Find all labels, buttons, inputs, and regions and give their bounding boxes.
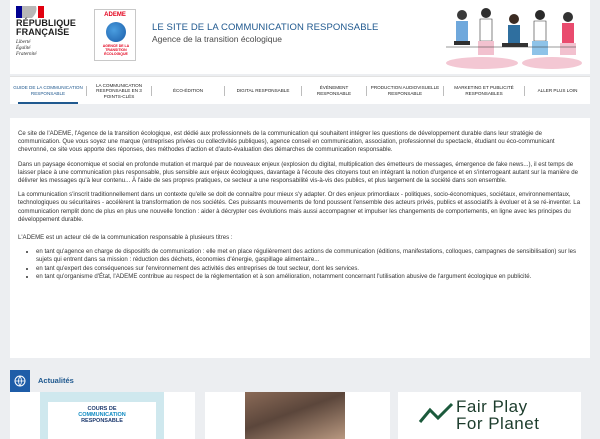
header-illustration <box>446 8 582 69</box>
list-item: en tant qu'organisme d'État, l'ADEME con… <box>36 273 582 281</box>
ademe-logo-subtitle: AGENCE DE LA TRANSITION ÉCOLOGIQUE <box>102 44 130 56</box>
news-section-title: Actualités <box>38 376 74 385</box>
news-card-label: Fair Play For Planet <box>456 397 540 433</box>
main-navigation: GUIDE DE LA COMMUNICATION RESPONSABLE LA… <box>10 76 590 104</box>
news-card[interactable]: COURS DE COMMUNICATION RESPONSABLE <box>10 392 195 439</box>
globe-icon <box>106 22 126 42</box>
republic-motto: Liberté Égalité Fraternité <box>16 40 37 57</box>
intro-paragraph: La communication s'inscrit traditionnell… <box>18 191 581 223</box>
intro-paragraph: Dans un paysage économique et social en … <box>18 160 579 185</box>
news-section-header: Actualités <box>10 370 590 392</box>
marianne-icon <box>16 6 44 18</box>
news-card[interactable] <box>205 392 390 439</box>
nav-item-aller-plus-loin[interactable]: ALLER PLUS LOIN <box>525 77 590 105</box>
nav-item-marketing-publicite[interactable]: MARKETING ET PUBLICITÉ RESPONSABLES <box>444 77 524 105</box>
ademe-logo-name: ADEME <box>104 12 126 18</box>
nav-item-guide[interactable]: GUIDE DE LA COMMUNICATION RESPONSABLE <box>10 77 86 105</box>
republique-francaise-logo[interactable]: RÉPUBLIQUE FRANÇAISE Liberté Égalité Fra… <box>16 6 86 66</box>
list-item: en tant qu'expert des conséquences sur l… <box>36 265 582 273</box>
republique-francaise-title: RÉPUBLIQUE FRANÇAISE <box>16 18 77 37</box>
site-title[interactable]: LE SITE DE LA COMMUNICATION RESPONSABLE <box>152 22 379 33</box>
ademe-roles-list: en tant qu'agence en charge de dispositi… <box>36 248 582 281</box>
site-header: RÉPUBLIQUE FRANÇAISE Liberté Égalité Fra… <box>10 0 590 74</box>
site-subtitle: Agence de la transition écologique <box>152 34 282 44</box>
news-card-label: COURS DE COMMUNICATION RESPONSABLE <box>78 406 126 424</box>
nav-item-digital-responsable[interactable]: DIGITAL RESPONSABLE <box>225 77 301 105</box>
intro-paragraph: L'ADEME est un acteur clé de la communic… <box>18 234 233 242</box>
intro-content: Ce site de l'ADEME, l'Agence de la trans… <box>10 118 590 358</box>
globe-icon <box>10 370 30 392</box>
intro-paragraph: Ce site de l'ADEME, l'Agence de la trans… <box>18 130 555 154</box>
news-card[interactable]: Fair Play For Planet <box>398 392 581 439</box>
list-item: en tant qu'agence en charge de dispositi… <box>36 248 582 264</box>
nav-item-3-points-cles[interactable]: LA COMMUNICATION RESPONSABLE EN 3 POINTS… <box>87 77 151 105</box>
nav-item-eco-edition[interactable]: ÉCO-ÉDITION <box>152 77 224 105</box>
news-card-image: COURS DE COMMUNICATION RESPONSABLE <box>40 392 164 439</box>
nav-item-evenement-responsable[interactable]: ÉVÉNEMENT RESPONSABLE <box>302 77 366 105</box>
nav-item-production-audiovisuelle[interactable]: PRODUCTION AUDIOVISUELLE RESPONSABLE <box>367 77 443 105</box>
fair-play-logo-icon <box>418 402 454 423</box>
news-card-photo <box>245 392 345 439</box>
ademe-logo[interactable]: ADEME AGENCE DE LA TRANSITION ÉCOLOGIQUE <box>94 9 136 61</box>
